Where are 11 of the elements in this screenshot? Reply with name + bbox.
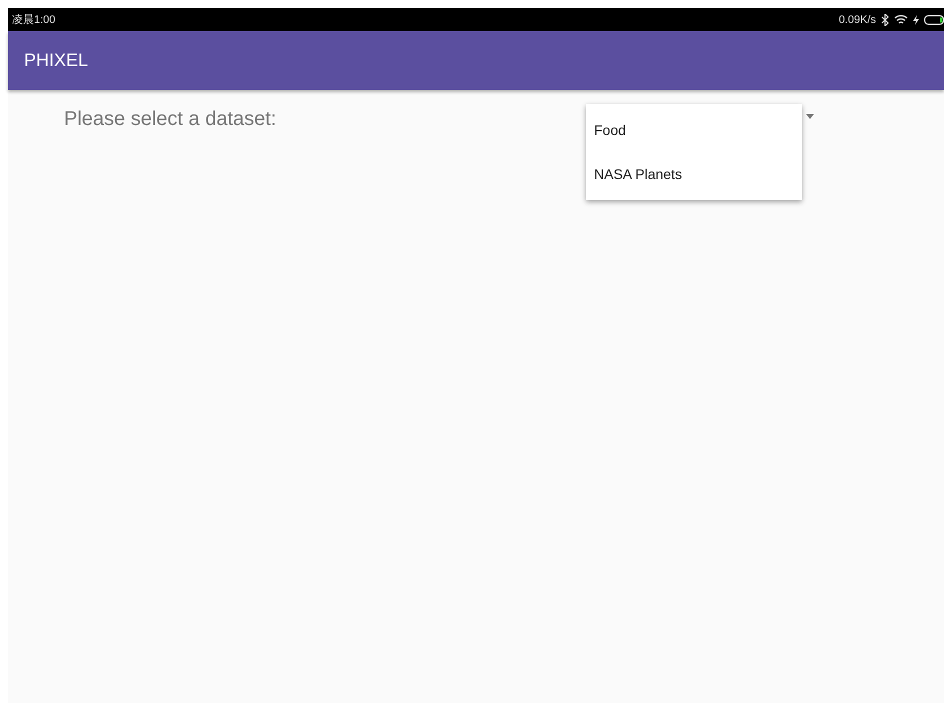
dropdown-arrow-icon — [806, 114, 814, 119]
bluetooth-icon — [881, 14, 889, 26]
status-time: 凌晨1:00 — [12, 13, 56, 27]
charging-icon — [913, 14, 919, 24]
dataset-prompt: Please select a dataset: — [64, 108, 276, 131]
app-title: PHIXEL — [24, 50, 88, 71]
dropdown-option[interactable]: Food — [586, 108, 802, 152]
network-speed: 0.09K/s — [838, 14, 876, 26]
wifi-icon — [894, 14, 908, 25]
battery-icon — [924, 14, 944, 24]
dropdown-option[interactable]: NASA Planets — [586, 152, 802, 196]
